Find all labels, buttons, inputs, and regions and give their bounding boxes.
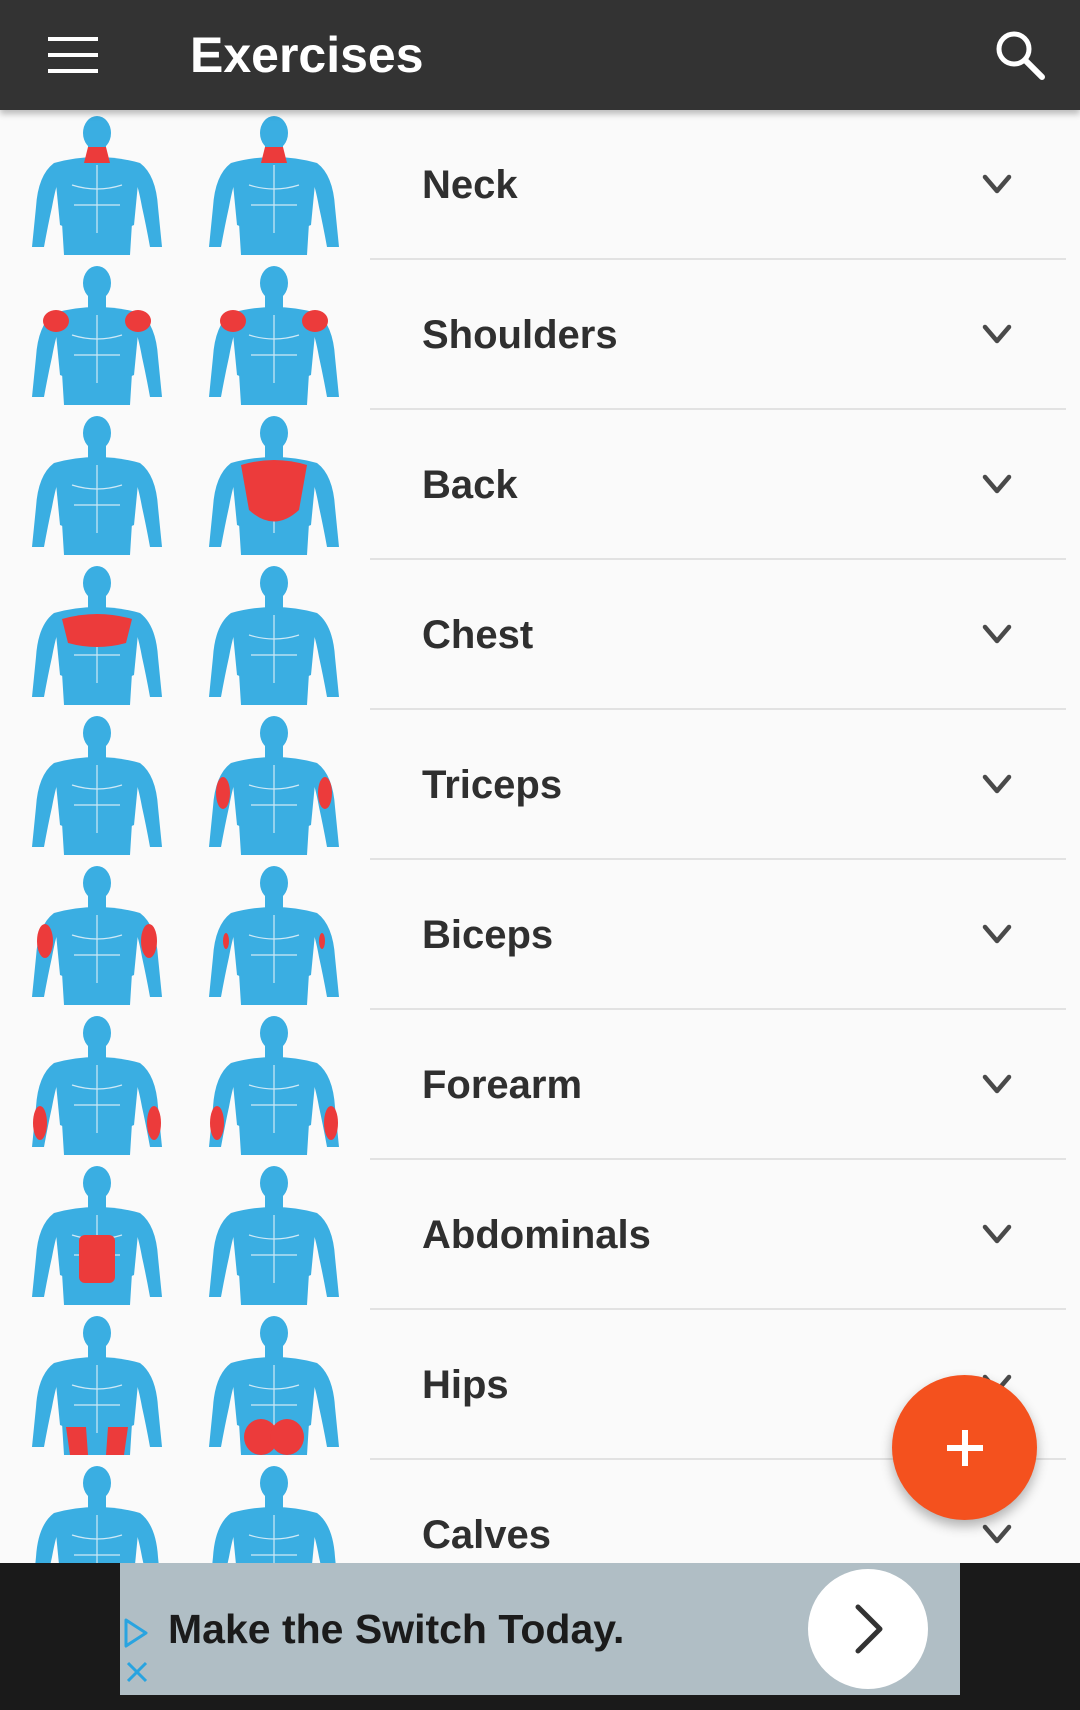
expand-button[interactable]	[967, 458, 1027, 513]
front-anatomy-figure	[31, 866, 162, 1005]
app-root: Exercises Neck Shoulders Back Chest Triceps B…	[0, 0, 1080, 1710]
add-exercise-button[interactable]	[892, 1375, 1037, 1520]
chevron-down-icon	[982, 624, 1012, 644]
expand-button[interactable]	[967, 1058, 1027, 1113]
muscle-thumbnail	[0, 860, 370, 1010]
front-anatomy-figure	[31, 716, 162, 855]
chevron-down-icon	[982, 1074, 1012, 1094]
chevron-down-icon	[982, 174, 1012, 194]
expand-button[interactable]	[967, 908, 1027, 963]
expand-button[interactable]	[967, 308, 1027, 363]
page-title: Exercises	[190, 27, 424, 83]
close-icon	[126, 1661, 148, 1683]
plus-icon	[946, 1429, 983, 1466]
list-item[interactable]: Abdominals	[0, 1160, 1080, 1310]
muscle-thumbnail	[0, 110, 370, 260]
ad-banner-area: Make the Switch Today.	[0, 1563, 1080, 1710]
front-anatomy-figure	[31, 266, 162, 405]
list-item[interactable]: Chest	[0, 560, 1080, 710]
muscle-thumbnail	[0, 1460, 370, 1563]
front-anatomy-figure	[31, 1016, 162, 1155]
muscle-thumbnail	[0, 1310, 370, 1460]
back-anatomy-figure	[208, 416, 339, 555]
chevron-right-icon	[855, 1604, 883, 1654]
expand-button[interactable]	[967, 758, 1027, 813]
back-anatomy-figure	[208, 266, 339, 405]
muscle-thumbnail	[0, 1160, 370, 1310]
muscle-group-label: Abdominals	[422, 1212, 651, 1257]
back-anatomy-figure	[208, 1166, 339, 1305]
app-bar: Exercises	[0, 0, 1080, 110]
back-anatomy-figure	[208, 116, 339, 255]
list-item[interactable]: Shoulders	[0, 260, 1080, 410]
muscle-group-label: Forearm	[422, 1062, 583, 1107]
muscle-group-label: Shoulders	[422, 312, 618, 357]
chevron-down-icon	[982, 924, 1012, 944]
front-anatomy-figure	[31, 1166, 162, 1305]
list-item[interactable]: Neck	[0, 110, 1080, 260]
muscle-group-label: Biceps	[422, 912, 554, 957]
adchoices-button[interactable]	[122, 1617, 150, 1654]
muscle-group-label: Chest	[422, 612, 534, 657]
ad-close-button[interactable]	[124, 1659, 150, 1690]
back-anatomy-figure	[211, 1466, 336, 1563]
muscle-group-label: Back	[422, 462, 518, 507]
back-anatomy-figure	[208, 1316, 339, 1455]
expand-button[interactable]	[967, 608, 1027, 663]
menu-button[interactable]	[0, 0, 145, 110]
muscle-thumbnail	[0, 410, 370, 560]
muscle-group-label: Hips	[422, 1362, 509, 1407]
front-anatomy-figure	[31, 566, 162, 705]
front-anatomy-figure	[31, 1316, 162, 1455]
muscle-group-label: Neck	[422, 162, 518, 207]
list-item[interactable]: Triceps	[0, 710, 1080, 860]
expand-button[interactable]	[967, 1208, 1027, 1263]
chevron-down-icon	[982, 324, 1012, 344]
back-anatomy-figure	[208, 866, 339, 1005]
list-item[interactable]: Biceps	[0, 860, 1080, 1010]
front-anatomy-figure	[31, 116, 162, 255]
ad-arrow-button[interactable]	[808, 1569, 928, 1689]
search-button[interactable]	[965, 5, 1075, 105]
ad-text: Make the Switch Today.	[168, 1605, 625, 1652]
back-anatomy-figure	[208, 716, 339, 855]
chevron-down-icon	[982, 474, 1012, 494]
back-anatomy-figure	[208, 566, 339, 705]
muscle-thumbnail	[0, 1010, 370, 1160]
adchoices-icon	[124, 1618, 148, 1648]
back-anatomy-figure	[208, 1016, 339, 1155]
search-icon	[996, 31, 1045, 80]
chevron-down-icon	[982, 1224, 1012, 1244]
muscle-group-list: Neck Shoulders Back Chest Triceps Biceps Forea…	[0, 110, 1080, 1563]
muscle-group-label: Triceps	[422, 762, 563, 807]
ad-banner[interactable]: Make the Switch Today.	[120, 1563, 960, 1695]
chevron-down-icon	[982, 774, 1012, 794]
muscle-thumbnail	[0, 560, 370, 710]
expand-button[interactable]	[967, 158, 1027, 213]
muscle-thumbnail	[0, 710, 370, 860]
muscle-group-label: Calves	[422, 1512, 551, 1557]
chevron-down-icon	[982, 1524, 1012, 1544]
list-item[interactable]: Forearm	[0, 1010, 1080, 1160]
front-anatomy-figure	[31, 416, 162, 555]
hamburger-menu-icon	[47, 37, 98, 73]
list-item[interactable]: Back	[0, 410, 1080, 560]
front-anatomy-figure	[34, 1466, 159, 1563]
muscle-thumbnail	[0, 260, 370, 410]
